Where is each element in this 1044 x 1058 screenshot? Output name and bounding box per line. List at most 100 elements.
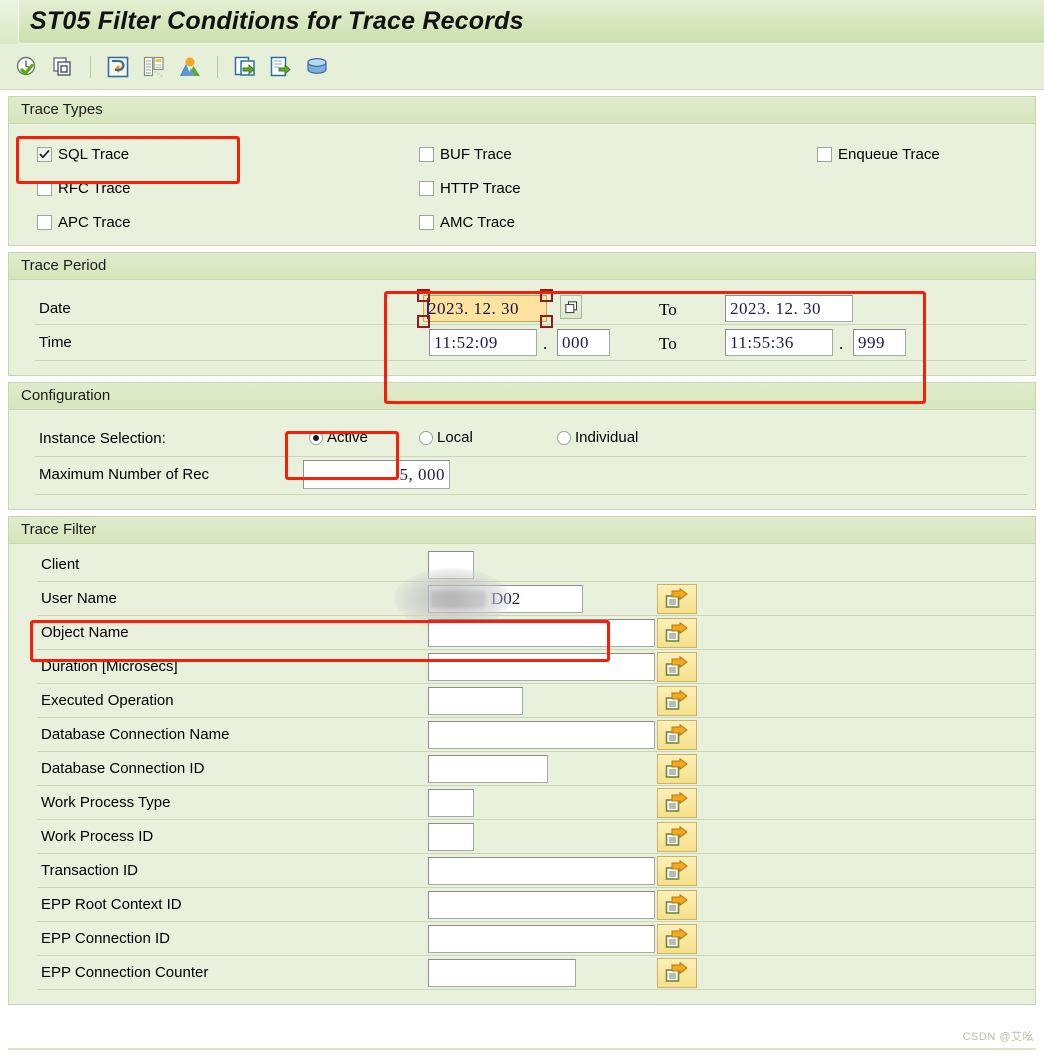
deactivate-trace-icon[interactable] <box>50 54 76 80</box>
radio-active[interactable]: Active <box>309 429 368 446</box>
date-label: Date <box>39 300 71 317</box>
trace-filter-panel: Trace Filter Client User Name D02 Object… <box>8 516 1036 1005</box>
db-connection-name-label: Database Connection Name <box>41 726 230 743</box>
table-row: Work Process Type <box>9 786 1035 820</box>
rfc-trace-checkbox-box[interactable] <box>37 181 52 196</box>
work-process-id-label: Work Process ID <box>41 828 154 845</box>
date-value-help-button[interactable] <box>560 295 582 319</box>
duration-input[interactable] <box>428 653 655 681</box>
checkbox-sql-trace[interactable]: SQL Trace <box>37 146 129 163</box>
trace-analysis-icon[interactable] <box>177 54 203 80</box>
checkbox-apc-trace[interactable]: APC Trace <box>37 214 131 231</box>
table-row: Database Connection ID <box>9 752 1035 786</box>
sql-trace-checkbox-box[interactable] <box>37 147 52 162</box>
database-icon[interactable] <box>304 54 330 80</box>
local-radio-dot[interactable] <box>419 430 433 445</box>
time-from-input[interactable]: 11:52:09 <box>429 329 537 356</box>
work-process-type-multiple-selection-button[interactable] <box>657 788 697 818</box>
table-row: Executed Operation <box>9 684 1035 718</box>
db-connection-id-label: Database Connection ID <box>41 760 205 777</box>
amc-trace-checkbox-box[interactable] <box>419 215 434 230</box>
display-trace-icon[interactable] <box>105 54 131 80</box>
time-to-ms-input[interactable]: 999 <box>853 329 906 356</box>
transaction-id-multiple-selection-button[interactable] <box>657 856 697 886</box>
apc-trace-checkbox-box[interactable] <box>37 215 52 230</box>
work-process-id-multiple-selection-button[interactable] <box>657 822 697 852</box>
table-row: EPP Connection Counter <box>9 956 1035 990</box>
executed-operation-input[interactable] <box>428 687 523 715</box>
epp-connection-id-multiple-selection-button[interactable] <box>657 924 697 954</box>
http-trace-checkbox-box[interactable] <box>419 181 434 196</box>
object-name-input[interactable] <box>428 619 655 647</box>
trace-types-grid: SQL Trace RFC Trace APC Trace BUF Trace … <box>9 132 1035 250</box>
max-records-row-rule <box>35 494 1027 495</box>
individual-radio-dot[interactable] <box>557 430 571 445</box>
executed-operation-multiple-selection-button[interactable] <box>657 686 697 716</box>
db-connection-name-input[interactable] <box>428 721 655 749</box>
object-name-label: Object Name <box>41 624 129 641</box>
rfc-trace-label: RFC Trace <box>58 180 131 197</box>
epp-connection-counter-input[interactable] <box>428 959 576 987</box>
trace-period-body: Date Time 2023. 12. 30 To 2023. 12. 30 1… <box>9 288 1035 374</box>
work-process-id-input[interactable] <box>428 823 474 851</box>
checkbox-rfc-trace[interactable]: RFC Trace <box>37 180 131 197</box>
epp-connection-id-input[interactable] <box>428 925 655 953</box>
buf-trace-checkbox-box[interactable] <box>419 147 434 162</box>
table-row: Client <box>9 548 1035 582</box>
duration-multiple-selection-button[interactable] <box>657 652 697 682</box>
configuration-panel: Configuration Instance Selection: Active… <box>8 382 1036 510</box>
trace-list-icon[interactable] <box>141 54 167 80</box>
db-connection-name-multiple-selection-button[interactable] <box>657 720 697 750</box>
transaction-id-input[interactable] <box>428 857 655 885</box>
trace-types-panel: Trace Types SQL Trace RFC Trace APC Trac… <box>8 96 1036 246</box>
import-trace-icon[interactable] <box>232 54 258 80</box>
epp-root-context-id-multiple-selection-button[interactable] <box>657 890 697 920</box>
epp-root-context-id-input[interactable] <box>428 891 655 919</box>
checkbox-enqueue-trace[interactable]: Enqueue Trace <box>817 146 940 163</box>
client-input[interactable] <box>428 551 474 579</box>
db-connection-id-multiple-selection-button[interactable] <box>657 754 697 784</box>
executed-operation-label: Executed Operation <box>41 692 174 709</box>
epp-root-context-id-label: EPP Root Context ID <box>41 896 182 913</box>
date-from-input[interactable]: 2023. 12. 30 <box>423 295 547 322</box>
application-toolbar <box>0 44 1044 90</box>
title-left-notch <box>0 0 19 44</box>
max-records-label: Maximum Number of Rec <box>39 466 210 483</box>
watermark: CSDN @艾吆 <box>962 1031 1034 1043</box>
export-trace-icon[interactable] <box>268 54 294 80</box>
radio-individual[interactable]: Individual <box>557 429 638 446</box>
time-from-ms-input[interactable]: 000 <box>557 329 610 356</box>
checkbox-http-trace[interactable]: HTTP Trace <box>419 180 521 197</box>
sql-trace-label: SQL Trace <box>58 146 130 163</box>
object-name-multiple-selection-button[interactable] <box>657 618 697 648</box>
radio-local[interactable]: Local <box>419 429 473 446</box>
table-row: Object Name <box>9 616 1035 650</box>
user-name-multiple-selection-button[interactable] <box>657 584 697 614</box>
bottom-divider <box>8 1048 1036 1050</box>
epp-connection-counter-label: EPP Connection Counter <box>41 964 209 981</box>
active-radio-label: Active <box>327 429 368 446</box>
enqueue-trace-label: Enqueue Trace <box>838 146 940 163</box>
user-name-input[interactable]: D02 <box>428 585 583 613</box>
transaction-id-label: Transaction ID <box>41 862 138 879</box>
enqueue-trace-checkbox-box[interactable] <box>817 147 832 162</box>
checkbox-buf-trace[interactable]: BUF Trace <box>419 146 512 163</box>
trace-filter-body: Client User Name D02 Object Name Duratio… <box>9 548 1035 998</box>
db-connection-id-input[interactable] <box>428 755 548 783</box>
user-name-label: User Name <box>41 590 117 607</box>
time-to-input[interactable]: 11:55:36 <box>725 329 833 356</box>
epp-connection-id-label: EPP Connection ID <box>41 930 170 947</box>
activate-trace-icon[interactable] <box>14 54 40 80</box>
max-records-input[interactable]: 5, 000 <box>303 460 450 489</box>
checkbox-amc-trace[interactable]: AMC Trace <box>419 214 515 231</box>
toolbar-separator <box>217 55 218 78</box>
configuration-body: Instance Selection: Active Local Individ… <box>9 418 1035 514</box>
trace-types-header: Trace Types <box>9 97 1035 124</box>
date-to-input[interactable]: 2023. 12. 30 <box>725 295 853 322</box>
table-row: Database Connection Name <box>9 718 1035 752</box>
active-radio-dot[interactable] <box>309 430 323 445</box>
client-label: Client <box>41 556 80 573</box>
work-process-type-input[interactable] <box>428 789 474 817</box>
table-row: EPP Root Context ID <box>9 888 1035 922</box>
epp-connection-counter-multiple-selection-button[interactable] <box>657 958 697 988</box>
